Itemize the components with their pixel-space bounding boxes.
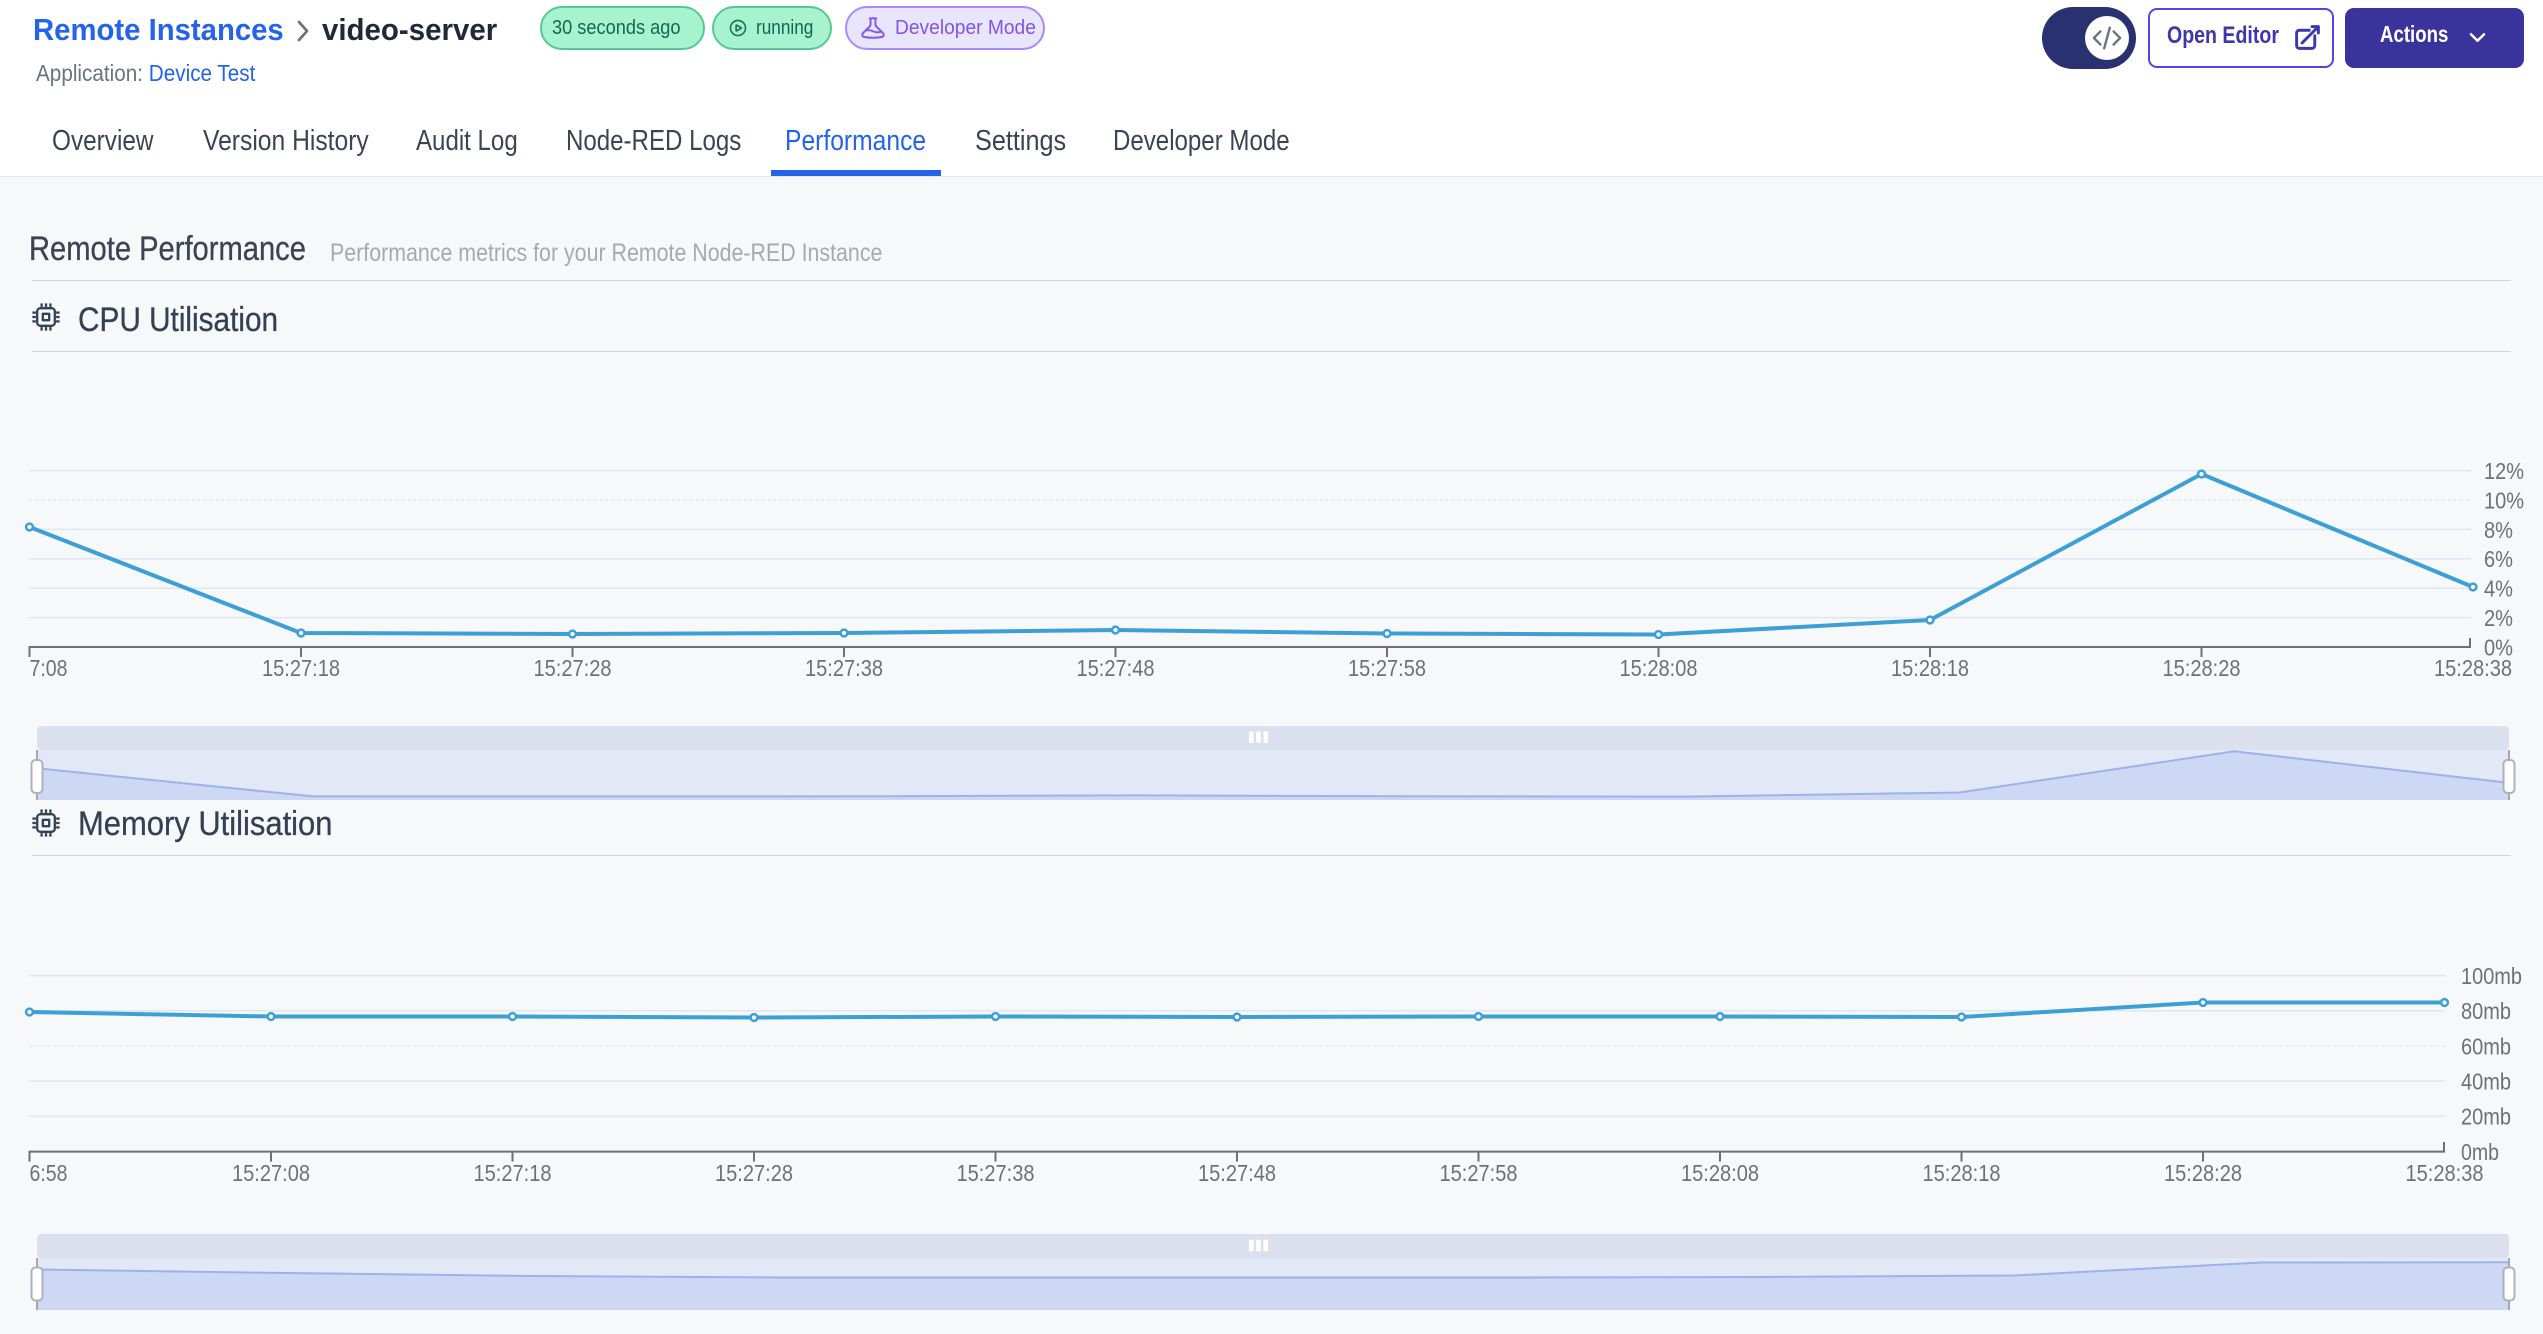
svg-text:15:28:08: 15:28:08: [1681, 1160, 1759, 1186]
svg-text:100mb: 100mb: [2461, 963, 2522, 989]
svg-text:15:28:38: 15:28:38: [2434, 655, 2512, 681]
svg-text:6%: 6%: [2484, 546, 2513, 572]
svg-text:4%: 4%: [2484, 576, 2513, 602]
svg-text:15:28:28: 15:28:28: [2163, 655, 2241, 681]
svg-text:8%: 8%: [2484, 517, 2513, 543]
svg-text:15:28:18: 15:28:18: [1923, 1160, 2001, 1186]
svg-text:15:27:58: 15:27:58: [1440, 1160, 1518, 1186]
svg-text:15:27:08: 15:27:08: [232, 1160, 310, 1186]
svg-text:15:28:08: 15:28:08: [1620, 655, 1698, 681]
svg-text:15:27:28: 15:27:28: [534, 655, 612, 681]
svg-text:2%: 2%: [2484, 605, 2513, 631]
svg-text:15:28:38: 15:28:38: [2406, 1160, 2484, 1186]
svg-text:12%: 12%: [2484, 458, 2524, 484]
svg-text:6:58: 6:58: [30, 1160, 68, 1186]
svg-text:15:28:18: 15:28:18: [1891, 655, 1969, 681]
svg-text:60mb: 60mb: [2461, 1033, 2511, 1059]
svg-text:40mb: 40mb: [2461, 1069, 2511, 1095]
svg-text:15:28:28: 15:28:28: [2164, 1160, 2242, 1186]
svg-text:15:27:18: 15:27:18: [474, 1160, 552, 1186]
svg-text:7:08: 7:08: [30, 655, 68, 681]
svg-text:15:27:48: 15:27:48: [1198, 1160, 1276, 1186]
svg-text:15:27:38: 15:27:38: [805, 655, 883, 681]
svg-text:15:27:48: 15:27:48: [1077, 655, 1155, 681]
svg-text:20mb: 20mb: [2461, 1104, 2511, 1130]
svg-text:80mb: 80mb: [2461, 998, 2511, 1024]
svg-text:15:27:58: 15:27:58: [1348, 655, 1426, 681]
svg-text:15:27:38: 15:27:38: [957, 1160, 1035, 1186]
svg-text:15:27:28: 15:27:28: [715, 1160, 793, 1186]
svg-text:15:27:18: 15:27:18: [262, 655, 340, 681]
svg-text:10%: 10%: [2484, 487, 2524, 513]
